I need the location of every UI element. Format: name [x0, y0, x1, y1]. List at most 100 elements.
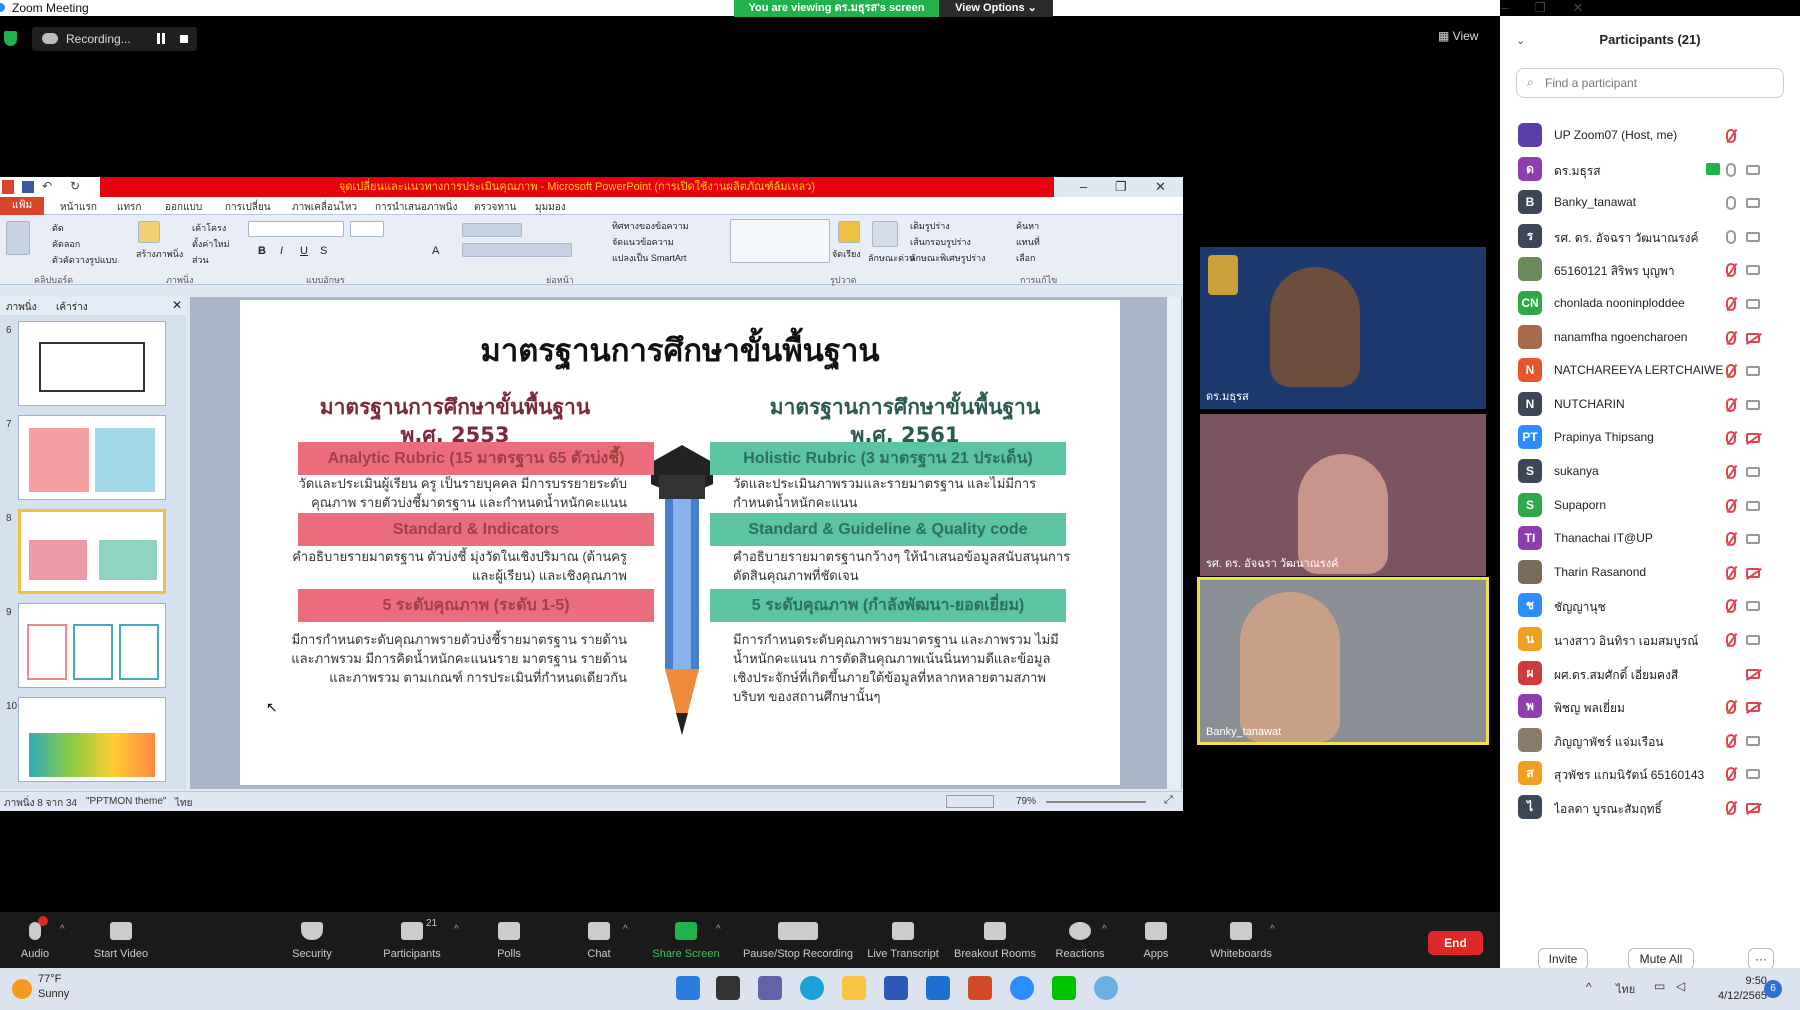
tab-outline[interactable]: เค้าร่าง [56, 300, 88, 315]
shape-fill-label[interactable]: เติมรูปร่าง [910, 219, 950, 233]
italic-icon[interactable]: I [280, 245, 283, 257]
start-menu-icon[interactable] [676, 976, 700, 1000]
arrange-icon[interactable] [838, 221, 860, 243]
video-tile-active-speaker[interactable]: Banky_tanawat [1197, 577, 1489, 745]
font-name-select[interactable] [248, 221, 344, 237]
end-meeting-button[interactable]: End [1428, 931, 1483, 955]
slide-thumbnail[interactable] [18, 321, 166, 406]
mute-all-button[interactable]: Mute All [1628, 948, 1694, 970]
shape-effects-label[interactable]: ลักษณะพิเศษรูปร่าง [910, 251, 986, 265]
mail-icon[interactable] [926, 976, 950, 1000]
quick-styles-icon[interactable] [872, 221, 898, 247]
ppt-close-icon[interactable]: ✕ [1155, 179, 1166, 195]
video-tile[interactable]: รศ. ดร. อัจฉรา วัฒนาณรงค์ [1200, 414, 1486, 576]
participant-row[interactable]: TI Thanachai IT@UP [1500, 522, 1800, 560]
slide-thumbnail[interactable] [18, 603, 166, 688]
network-icon[interactable]: ▭ [1654, 979, 1665, 993]
find-label[interactable]: ค้นหา [1016, 219, 1039, 233]
line-app-icon[interactable] [1052, 976, 1076, 1000]
slide-thumbnail[interactable] [18, 415, 166, 500]
slide-thumbnail-selected[interactable] [18, 509, 166, 594]
copy-label[interactable]: คัดลอก [52, 237, 80, 251]
powerpoint-taskbar-icon[interactable] [968, 976, 992, 1000]
tab-slideshow[interactable]: การนำเสนอภาพนิ่ง [375, 200, 457, 215]
font-color-icon[interactable]: A [432, 245, 439, 257]
participant-row[interactable]: Tharin Rasanond [1500, 556, 1800, 594]
zoom-taskbar-icon[interactable] [1010, 976, 1034, 1000]
invite-button[interactable]: Invite [1538, 948, 1588, 970]
shape-outline-label[interactable]: เส้นกรอบรูปร่าง [910, 235, 971, 249]
polls-button[interactable]: Polls [484, 912, 534, 968]
tab-review[interactable]: ตรวจทาน [474, 200, 516, 215]
align-icon[interactable] [462, 243, 572, 257]
participant-row[interactable]: nanamfha ngoencharoen [1500, 321, 1800, 359]
start-video-button[interactable]: Start Video [84, 912, 158, 968]
bold-icon[interactable]: B [258, 245, 266, 257]
ppt-minimize-icon[interactable]: – [1080, 179, 1087, 194]
task-view-icon[interactable] [716, 976, 740, 1000]
video-tile[interactable]: ดร.มธุรส [1200, 247, 1486, 409]
audio-button[interactable]: Audio [10, 912, 60, 968]
tab-view[interactable]: มุมมอง [535, 200, 566, 215]
edge-browser-icon[interactable] [800, 976, 824, 1000]
minimize-icon[interactable]: – [1490, 0, 1520, 15]
share-caret-icon[interactable]: ^ [716, 924, 721, 935]
audio-caret-icon[interactable]: ^ [60, 924, 65, 935]
notification-badge[interactable]: 6 [1764, 980, 1782, 998]
participants-caret-icon[interactable]: ^ [454, 924, 459, 935]
participant-row[interactable]: PT Prapinya Thipsang [1500, 421, 1800, 459]
participant-row[interactable]: ร รศ. ดร. อัจฉรา วัฒนาณรงค์ [1500, 220, 1800, 258]
close-pane-icon[interactable]: ✕ [172, 298, 182, 312]
layout-label[interactable]: เค้าโครง [192, 221, 226, 235]
paste-icon[interactable] [6, 221, 30, 255]
quick-styles-label[interactable]: ลักษณะด่วน [868, 251, 915, 265]
redo-icon[interactable]: ↻ [70, 179, 80, 193]
shapes-gallery[interactable] [730, 219, 830, 263]
pause-recording-icon[interactable] [157, 33, 165, 44]
zoom-slider[interactable] [1046, 801, 1146, 803]
participant-row[interactable]: CN chonlada nooninploddee [1500, 287, 1800, 325]
tab-slides[interactable]: ภาพนิ่ง [6, 300, 37, 315]
font-size-select[interactable] [350, 221, 384, 237]
participant-row[interactable]: ไ ไอลดา บูรณะสัมฤทธิ์ [1500, 791, 1800, 829]
select-label[interactable]: เลือก [1016, 251, 1035, 265]
replace-label[interactable]: แทนที่ [1016, 235, 1040, 249]
new-slide-icon[interactable] [138, 221, 160, 243]
participant-row[interactable]: 65160121 สิริพร บุญพา [1500, 253, 1800, 291]
security-button[interactable]: Security [282, 912, 342, 968]
slide-thumbnail[interactable] [18, 697, 166, 782]
fit-window-icon[interactable]: ⤢ [1164, 794, 1173, 807]
participant-row[interactable]: N NUTCHARIN [1500, 388, 1800, 426]
input-language[interactable]: ไทย [1616, 980, 1635, 998]
view-button[interactable]: ▦ View [1438, 29, 1478, 43]
reactions-caret-icon[interactable]: ^ [1102, 924, 1107, 935]
tab-design[interactable]: ออกแบบ [165, 200, 202, 215]
share-screen-button[interactable]: Share Screen [645, 912, 727, 968]
reactions-button[interactable]: Reactions [1052, 912, 1108, 968]
format-painter-label[interactable]: ตัวคัดวางรูปแบบ [52, 253, 117, 267]
whiteboards-button[interactable]: Whiteboards [1204, 912, 1278, 968]
more-options-button[interactable]: ··· [1748, 948, 1774, 970]
chat-button[interactable]: Chat [574, 912, 624, 968]
chat-caret-icon[interactable]: ^ [623, 924, 628, 935]
close-icon[interactable]: ✕ [1563, 0, 1593, 16]
file-tab[interactable]: แฟ้ม [0, 197, 44, 215]
volume-icon[interactable]: ◁ [1676, 979, 1685, 993]
save-icon[interactable] [22, 181, 34, 193]
apps-button[interactable]: Apps [1134, 912, 1178, 968]
globe-app-icon[interactable] [1094, 976, 1118, 1000]
teams-chat-icon[interactable] [758, 976, 782, 1000]
participant-row[interactable]: น นางสาว อินทิรา เอมสมบูรณ์ [1500, 623, 1800, 661]
participant-row[interactable]: พ พิชญ พลเยี่ยม [1500, 690, 1800, 728]
tray-chevron-icon[interactable]: ^ [1586, 980, 1592, 994]
pause-stop-recording-button[interactable]: Pause/Stop Recording [740, 912, 856, 968]
text-direction-label[interactable]: ทิศทางของข้อความ [612, 219, 689, 233]
view-options-button[interactable]: View Options ⌄ [939, 0, 1053, 17]
participant-row[interactable]: ด ดร.มธุรส [1500, 153, 1800, 191]
tab-home[interactable]: หน้าแรก [60, 200, 97, 215]
smartart-label[interactable]: แปลงเป็น SmartArt [612, 251, 686, 265]
undo-icon[interactable]: ↶ [42, 179, 52, 193]
restore-icon[interactable]: ❐ [1525, 0, 1555, 16]
cut-label[interactable]: ตัด [52, 221, 64, 235]
bullets-icon[interactable] [462, 223, 522, 237]
